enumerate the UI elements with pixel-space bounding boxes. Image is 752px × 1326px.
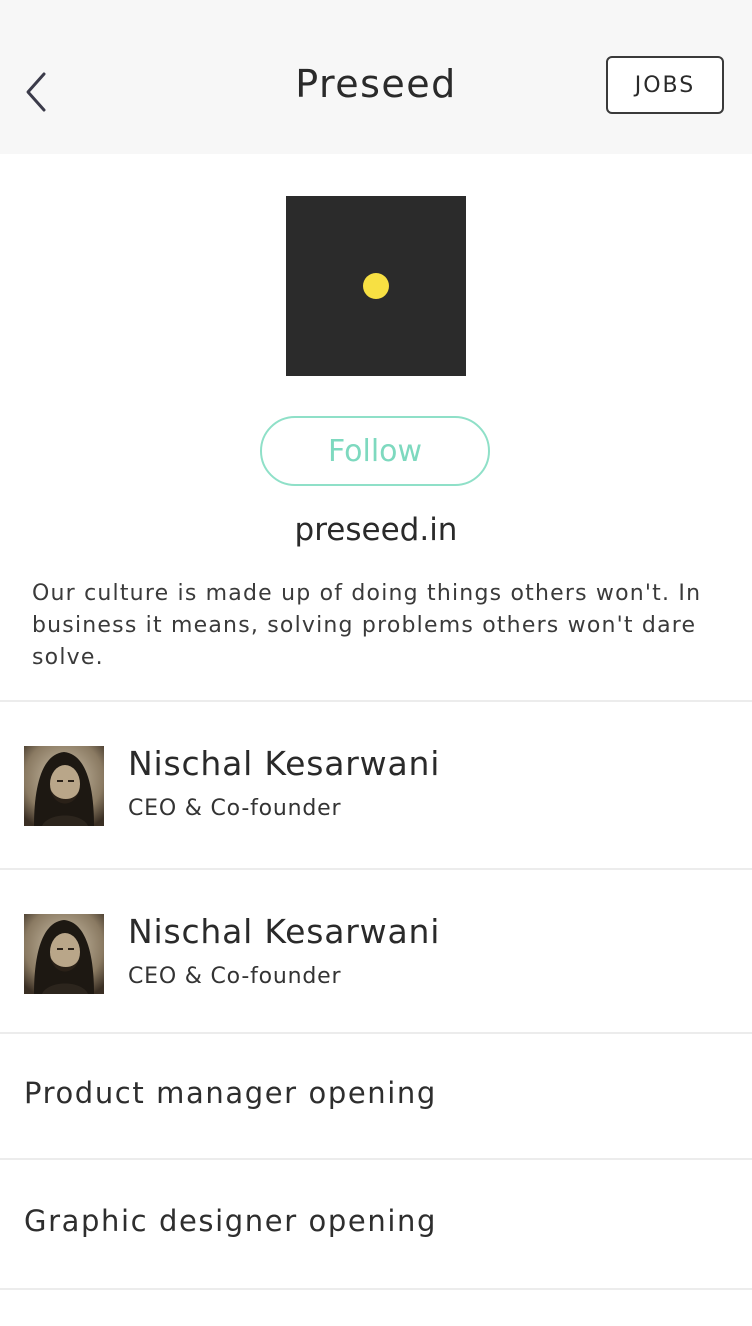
avatar bbox=[24, 914, 104, 994]
divider bbox=[0, 1288, 752, 1290]
team-member-role: CEO & Co-founder bbox=[128, 796, 342, 821]
portrait-image bbox=[24, 746, 104, 826]
job-opening-title: Product manager opening bbox=[24, 1076, 437, 1110]
follow-button[interactable]: Follow bbox=[260, 416, 490, 486]
avatar bbox=[24, 746, 104, 826]
jobs-button[interactable]: JOBS bbox=[606, 56, 724, 114]
team-member-role: CEO & Co-founder bbox=[128, 964, 342, 989]
team-member-name: Nischal Kesarwani bbox=[128, 744, 441, 783]
team-member-row[interactable]: Nischal Kesarwani CEO & Co-founder bbox=[0, 870, 752, 1036]
job-opening-title: Graphic designer opening bbox=[24, 1204, 437, 1238]
job-opening-row[interactable]: Product manager opening bbox=[0, 1034, 752, 1158]
logo-dot bbox=[363, 273, 389, 299]
company-logo bbox=[286, 196, 466, 376]
top-navigation-bar: Preseed JOBS bbox=[0, 0, 752, 154]
company-website-link[interactable]: preseed.in bbox=[0, 512, 752, 548]
team-member-name: Nischal Kesarwani bbox=[128, 912, 441, 951]
portrait-image bbox=[24, 914, 104, 994]
company-description: Our culture is made up of doing things o… bbox=[32, 581, 702, 670]
team-member-row[interactable]: Nischal Kesarwani CEO & Co-founder bbox=[0, 702, 752, 868]
job-opening-row[interactable]: Graphic designer opening bbox=[0, 1160, 752, 1288]
